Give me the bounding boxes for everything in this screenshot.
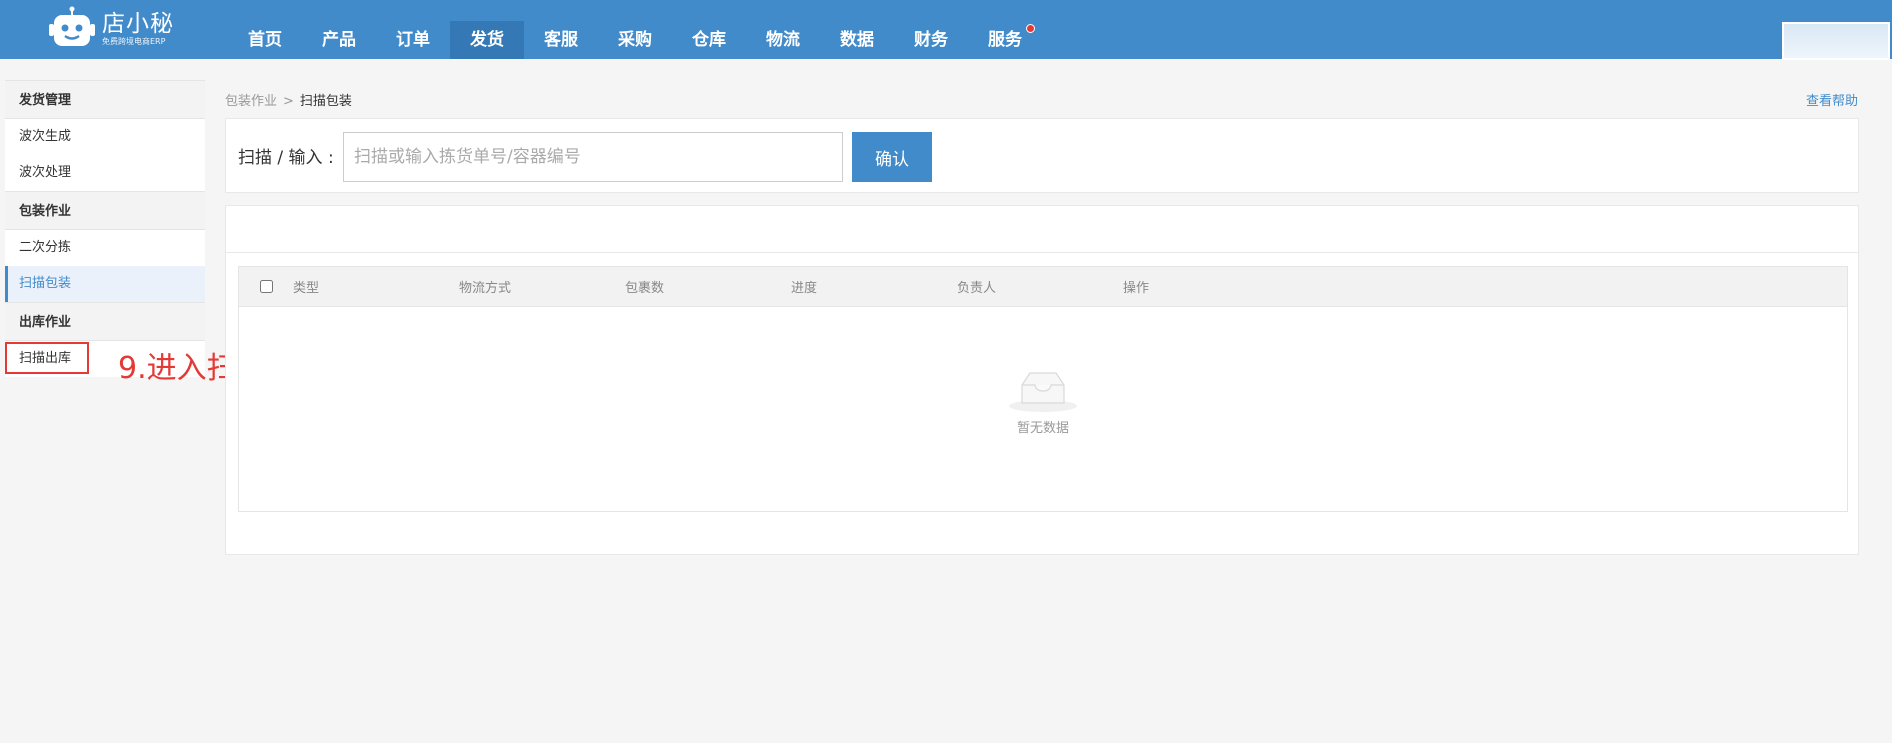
sidebar-group-outbound: 出库作业 [5,302,205,341]
breadcrumb: 包装作业 > 扫描包装 [225,90,352,109]
logo-slogan: 免费跨境电商ERP [102,37,166,46]
help-link[interactable]: 查看帮助 [1806,90,1858,109]
top-navbar: 店小秘 免费跨境电商ERP 首页 产品 订单 发货 客服 采购 仓库 物流 数据… [0,0,1892,60]
scan-panel: 扫描 / 输入 : 确认 [225,118,1859,193]
nav-item-purchasing[interactable]: 采购 [598,21,672,59]
nav-item-services[interactable]: 服务 [968,21,1042,59]
sidebar: 发货管理 波次生成 波次处理 包装作业 二次分拣 扫描包装 出库作业 扫描出库 [5,80,205,377]
breadcrumb-parent[interactable]: 包装作业 [225,94,277,109]
confirm-button[interactable]: 确认 [852,132,932,182]
nav-item-finance[interactable]: 财务 [894,21,968,59]
column-header-type: 类型 [293,281,320,296]
nav-item-services-label: 服务 [988,30,1022,50]
robot-logo-icon [48,6,96,52]
empty-text: 暂无数据 [1016,421,1069,436]
scan-input[interactable] [343,132,843,182]
column-header-progress: 进度 [791,281,818,296]
nav-item-customer-service[interactable]: 客服 [524,21,598,59]
sidebar-group-shipping-management: 发货管理 [5,80,205,119]
nav-item-home[interactable]: 首页 [228,21,302,59]
breadcrumb-current: 扫描包装 [299,94,352,109]
column-header-owner: 负责人 [957,281,997,296]
empty-inbox-icon [1009,372,1077,412]
nav-item-products[interactable]: 产品 [302,21,376,59]
nav-item-logistics[interactable]: 物流 [746,21,820,59]
notification-dot [1026,24,1035,33]
column-header-package-count: 包裹数 [625,281,665,296]
column-header-logistics-method: 物流方式 [459,281,512,296]
table-toolbar [226,206,1858,253]
sidebar-item-scan-packing[interactable]: 扫描包装 [5,266,205,302]
sidebar-group-packing: 包装作业 [5,191,205,230]
sidebar-item-wave-generation[interactable]: 波次生成 [5,119,205,155]
column-header-actions: 操作 [1123,281,1150,296]
user-avatar[interactable] [1782,22,1890,60]
main-nav: 首页 产品 订单 发货 客服 采购 仓库 物流 数据 财务 服务 [228,21,1042,59]
nav-item-warehouse[interactable]: 仓库 [672,21,746,59]
nav-item-shipping[interactable]: 发货 [450,21,524,59]
nav-item-data[interactable]: 数据 [820,21,894,59]
table-panel: 类型 物流方式 包裹数 进度 负责人 操作 暂无数据 [225,205,1859,555]
select-all-checkbox[interactable] [259,280,273,293]
sidebar-item-wave-processing[interactable]: 波次处理 [5,155,205,191]
logo-name: 店小秘 [102,11,174,37]
logo[interactable]: 店小秘 免费跨境电商ERP [48,6,180,52]
data-table: 类型 物流方式 包裹数 进度 负责人 操作 暂无数据 [238,266,1848,512]
breadcrumb-separator: > [283,94,294,109]
highlight-box [5,342,89,374]
nav-item-orders[interactable]: 订单 [376,21,450,59]
select-all-cell [239,280,293,293]
scan-label: 扫描 / 输入 : [238,148,334,168]
table-header: 类型 物流方式 包裹数 进度 负责人 操作 [239,267,1847,307]
sidebar-item-secondary-sorting[interactable]: 二次分拣 [5,230,205,266]
empty-state: 暂无数据 [239,367,1847,436]
